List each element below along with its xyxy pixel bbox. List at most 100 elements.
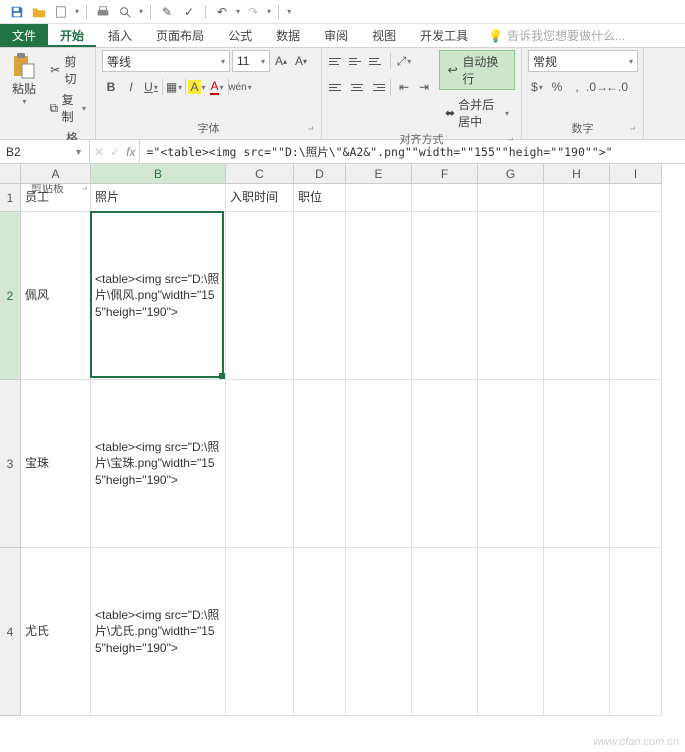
cell-D4[interactable] xyxy=(294,548,346,716)
tell-me[interactable]: 💡告诉我您想要做什么... xyxy=(480,24,633,47)
currency-icon[interactable]: $▾ xyxy=(528,76,546,98)
cell-C4[interactable] xyxy=(226,548,294,716)
tab-review[interactable]: 审阅 xyxy=(312,24,360,47)
cell-B3[interactable]: <table><img src="D:\照片\宝珠.png"width="155… xyxy=(91,380,226,548)
col-header-F[interactable]: F xyxy=(412,164,478,184)
tab-file[interactable]: 文件 xyxy=(0,24,48,47)
cell-A4[interactable]: 尤氏 xyxy=(21,548,91,716)
dropdown-icon[interactable]: ▾ xyxy=(75,7,79,16)
tab-layout[interactable]: 页面布局 xyxy=(144,24,216,47)
paste-button[interactable]: 粘贴▾ xyxy=(6,50,42,108)
italic-button[interactable]: I xyxy=(122,76,140,98)
open-icon[interactable] xyxy=(30,3,48,21)
new-icon[interactable] xyxy=(52,3,70,21)
cell-G3[interactable] xyxy=(478,380,544,548)
cell-H4[interactable] xyxy=(544,548,610,716)
cell-G4[interactable] xyxy=(478,548,544,716)
col-header-G[interactable]: G xyxy=(478,164,544,184)
align-right-icon[interactable] xyxy=(368,76,386,98)
cancel-icon[interactable]: ✕ xyxy=(94,145,104,159)
row-header-1[interactable]: 1 xyxy=(0,184,21,212)
name-box[interactable]: B2▼ xyxy=(0,140,90,163)
undo-icon[interactable]: ↶ xyxy=(213,3,231,21)
underline-button[interactable]: U▾ xyxy=(142,76,160,98)
align-top-icon[interactable] xyxy=(328,50,346,72)
cell-B4[interactable]: <table><img src="D:\照片\尤氏.png"width="155… xyxy=(91,548,226,716)
cell-C2[interactable] xyxy=(226,212,294,380)
dropdown-icon[interactable]: ▾ xyxy=(236,7,240,16)
copy-button[interactable]: ⧉复制▾ xyxy=(46,90,89,126)
row-header-4[interactable]: 4 xyxy=(0,548,21,716)
increase-decimal-icon[interactable]: .0→ xyxy=(588,76,606,98)
phonetic-button[interactable]: wén▾ xyxy=(231,76,249,98)
cell-D3[interactable] xyxy=(294,380,346,548)
cut-button[interactable]: ✂剪切 xyxy=(46,52,89,88)
border-button[interactable]: ▦▾ xyxy=(165,76,183,98)
cell-H1[interactable] xyxy=(544,184,610,212)
attach-icon[interactable]: ✎ xyxy=(158,3,176,21)
cell-C1[interactable]: 入职时间 xyxy=(226,184,294,212)
decrease-font-icon[interactable]: A▾ xyxy=(292,50,310,72)
cell-I3[interactable] xyxy=(610,380,662,548)
merge-button[interactable]: ⬌合并后居中▾ xyxy=(439,94,515,132)
quickprint-icon[interactable] xyxy=(94,3,112,21)
spell-icon[interactable]: ✓ xyxy=(180,3,198,21)
fx-icon[interactable]: fx xyxy=(126,145,135,159)
cell-F2[interactable] xyxy=(412,212,478,380)
align-bottom-icon[interactable] xyxy=(368,50,386,72)
cell-F4[interactable] xyxy=(412,548,478,716)
comma-icon[interactable]: , xyxy=(568,76,586,98)
col-header-E[interactable]: E xyxy=(346,164,412,184)
wrap-text-button[interactable]: ↩自动换行 xyxy=(439,50,515,90)
cell-G1[interactable] xyxy=(478,184,544,212)
cell-E3[interactable] xyxy=(346,380,412,548)
orientation-icon[interactable]: ⤢▾ xyxy=(395,50,413,72)
number-format-combo[interactable]: 常规▾ xyxy=(528,50,638,72)
tab-view[interactable]: 视图 xyxy=(360,24,408,47)
align-left-icon[interactable] xyxy=(328,76,346,98)
cell-E1[interactable] xyxy=(346,184,412,212)
save-icon[interactable] xyxy=(8,3,26,21)
row-header-2[interactable]: 2 xyxy=(0,212,21,380)
cell-F3[interactable] xyxy=(412,380,478,548)
col-header-H[interactable]: H xyxy=(544,164,610,184)
percent-icon[interactable]: % xyxy=(548,76,566,98)
col-header-C[interactable]: C xyxy=(226,164,294,184)
cell-A1[interactable]: 员工 xyxy=(21,184,91,212)
select-all-corner[interactable] xyxy=(0,164,21,184)
cell-B2[interactable]: <table><img src="D:\照片\佩风.png"width="155… xyxy=(91,212,226,380)
cell-F1[interactable] xyxy=(412,184,478,212)
increase-indent-icon[interactable]: ⇥ xyxy=(415,76,433,98)
dropdown-icon[interactable]: ▾ xyxy=(267,7,271,16)
decrease-decimal-icon[interactable]: ←.0 xyxy=(608,76,626,98)
font-color-button[interactable]: A▾ xyxy=(208,76,226,98)
tab-formulas[interactable]: 公式 xyxy=(216,24,264,47)
align-center-icon[interactable] xyxy=(348,76,366,98)
cell-I4[interactable] xyxy=(610,548,662,716)
bold-button[interactable]: B xyxy=(102,76,120,98)
tab-data[interactable]: 数据 xyxy=(264,24,312,47)
customize-qat-icon[interactable]: ▾ xyxy=(287,7,291,16)
row-header-3[interactable]: 3 xyxy=(0,380,21,548)
cell-H3[interactable] xyxy=(544,380,610,548)
cell-A2[interactable]: 佩风 xyxy=(21,212,91,380)
tab-developer[interactable]: 开发工具 xyxy=(408,24,480,47)
dropdown-icon[interactable]: ▾ xyxy=(139,7,143,16)
cell-I2[interactable] xyxy=(610,212,662,380)
col-header-D[interactable]: D xyxy=(294,164,346,184)
tab-home[interactable]: 开始 xyxy=(48,24,96,47)
increase-font-icon[interactable]: A▴ xyxy=(272,50,290,72)
font-name-combo[interactable]: 等线▾ xyxy=(102,50,230,72)
font-size-combo[interactable]: 11▾ xyxy=(232,50,270,72)
redo-icon[interactable]: ↷ xyxy=(244,3,262,21)
cell-I1[interactable] xyxy=(610,184,662,212)
tab-insert[interactable]: 插入 xyxy=(96,24,144,47)
cell-E4[interactable] xyxy=(346,548,412,716)
cell-B1[interactable]: 照片 xyxy=(91,184,226,212)
fill-color-button[interactable]: A▾ xyxy=(188,76,206,98)
col-header-A[interactable]: A xyxy=(21,164,91,184)
preview-icon[interactable] xyxy=(116,3,134,21)
cell-G2[interactable] xyxy=(478,212,544,380)
cell-H2[interactable] xyxy=(544,212,610,380)
cell-D2[interactable] xyxy=(294,212,346,380)
